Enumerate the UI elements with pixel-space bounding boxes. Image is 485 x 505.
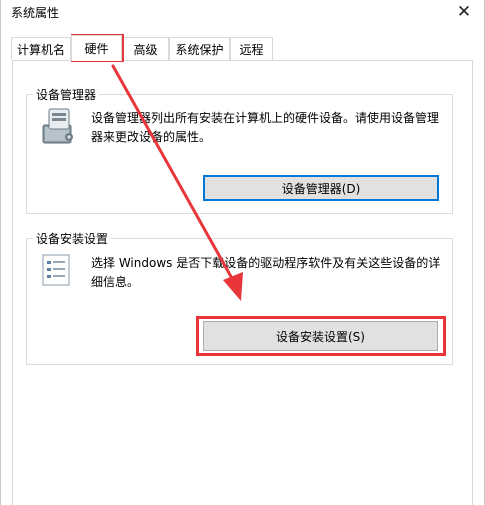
tab-remote[interactable]: 远程 [230, 37, 273, 60]
device-install-group: 设备安装设置 选择 Windows 是否下载设备的驱动程序软件及有关这些设备的详… [26, 230, 453, 365]
device-install-group-label: 设备安装设置 [33, 230, 112, 247]
checklist-icon [42, 254, 70, 286]
tab-label: 系统保护 [175, 42, 224, 57]
close-icon[interactable]: ✕ [450, 0, 478, 24]
tab-strip: 计算机名 硬件 高级 系统保护 远程 [11, 35, 473, 61]
title-bar: 系统属性 ✕ [1, 0, 484, 30]
tab-label: 硬件 [84, 42, 109, 56]
device-manager-description: 设备管理器列出所有安装在计算机上的硬件设备。请使用设备管理器来更改设备的属性。 [91, 111, 440, 144]
tab-computer-name[interactable]: 计算机名 [11, 37, 71, 60]
device-manager-group-label: 设备管理器 [33, 86, 100, 103]
window-title: 系统属性 [11, 6, 60, 20]
tab-advanced[interactable]: 高级 [122, 37, 169, 60]
tab-label: 高级 [133, 42, 158, 57]
system-properties-window: 系统属性 ✕ 计算机名 硬件 高级 系统保护 远程 设备管理器 设备管理器列出所… [0, 0, 485, 505]
tab-hardware[interactable]: 硬件 [71, 35, 122, 61]
tab-panel-hardware: 设备管理器 设备管理器列出所有安装在计算机上的硬件设备。请使用设备管理器来更改设… [12, 60, 473, 505]
tab-system-protection[interactable]: 系统保护 [169, 37, 230, 60]
device-install-settings-button[interactable]: 设备安装设置(S) [203, 321, 438, 351]
tab-label: 计算机名 [16, 42, 65, 57]
tab-label: 远程 [239, 42, 264, 57]
device-install-settings-button-label: 设备安装设置(S) [276, 329, 365, 344]
device-manager-button[interactable]: 设备管理器(D) [203, 175, 439, 201]
device-install-description: 选择 Windows 是否下载设备的驱动程序软件及有关这些设备的详细信息。 [91, 256, 441, 289]
device-manager-button-label: 设备管理器(D) [281, 181, 361, 196]
device-manager-group: 设备管理器 设备管理器列出所有安装在计算机上的硬件设备。请使用设备管理器来更改设… [26, 86, 453, 214]
device-manager-icon [42, 108, 73, 144]
